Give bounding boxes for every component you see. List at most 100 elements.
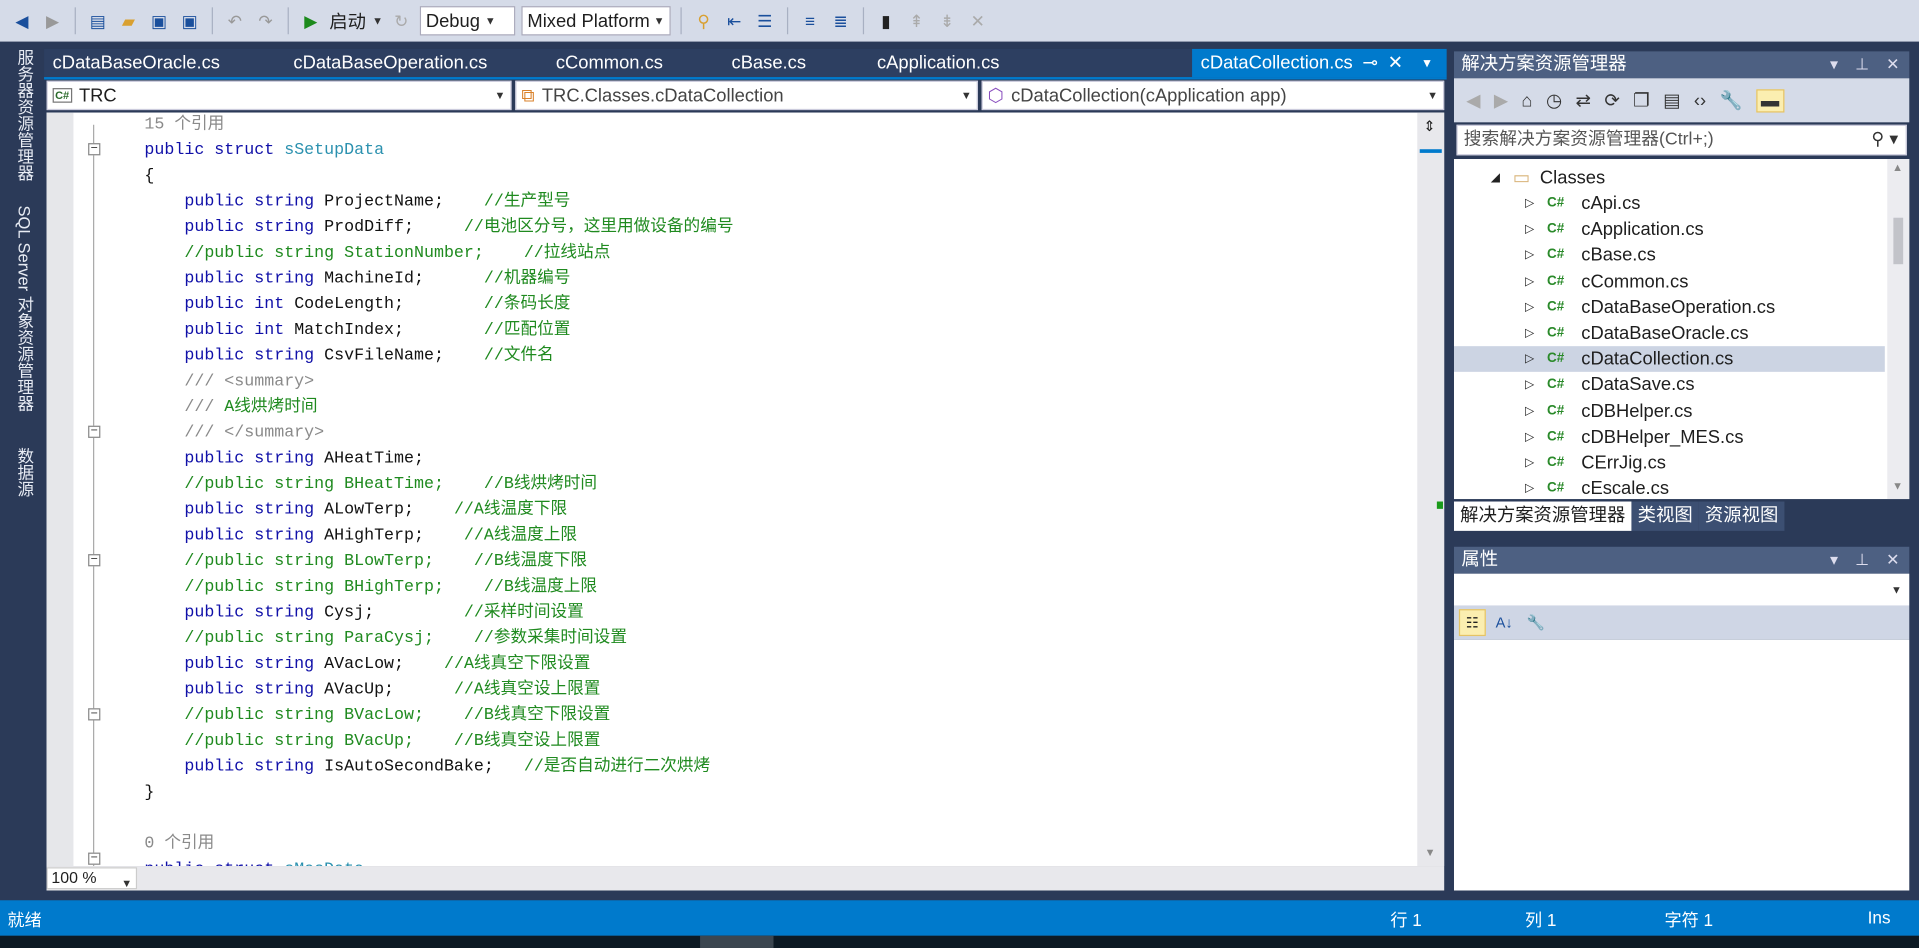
tab-server-explorer[interactable]: 服务器资源管理器 bbox=[11, 49, 35, 181]
step-icon[interactable]: ⇤ bbox=[722, 9, 746, 33]
collapsed-arrow-icon[interactable]: ▷ bbox=[1525, 217, 1537, 243]
tab-cdatabaseoracle[interactable]: cDataBaseOracle.cs bbox=[44, 49, 228, 77]
expanded-arrow-icon[interactable]: ◢ bbox=[1491, 165, 1503, 191]
tree-item-file[interactable]: ▷ C# cDBHelper.cs bbox=[1454, 398, 1693, 424]
new-project-icon[interactable]: ▤ bbox=[86, 9, 110, 33]
tree-item-file[interactable]: ▷ C# cBase.cs bbox=[1454, 243, 1656, 269]
collapse-icon[interactable]: − bbox=[88, 708, 101, 721]
bookmark-icon[interactable]: ▮ bbox=[874, 9, 898, 33]
alphabetical-icon[interactable]: A↓ bbox=[1491, 609, 1518, 636]
search-icon[interactable]: ⚲ ▾ bbox=[1871, 126, 1898, 154]
pin-icon[interactable]: ⊸ bbox=[1362, 49, 1377, 77]
tab-resource-view[interactable]: 资源视图 bbox=[1698, 501, 1785, 531]
collapse-icon[interactable]: − bbox=[88, 852, 101, 865]
start-button[interactable]: 启动 bbox=[329, 8, 366, 34]
format-icon[interactable]: ☰ bbox=[753, 9, 777, 33]
tree-item-file[interactable]: ▷ C# cCommon.cs bbox=[1454, 269, 1688, 295]
tree-item-file[interactable]: ▷ C# cDataBaseOperation.cs bbox=[1454, 295, 1775, 321]
preview-icon[interactable]: ▬ bbox=[1755, 88, 1785, 112]
tab-cdatacollection[interactable]: cDataCollection.cs ⊸ ✕ bbox=[1192, 48, 1447, 78]
scroll-thumb[interactable] bbox=[1893, 217, 1904, 265]
refresh-icon[interactable]: ⟳ bbox=[1604, 89, 1619, 112]
dropdown-icon[interactable]: ▾ bbox=[1830, 547, 1838, 574]
scroll-down-icon[interactable]: ▼ bbox=[1892, 479, 1903, 491]
tree-item-file[interactable]: ▷ C# cDataBaseOracle.cs bbox=[1454, 320, 1749, 346]
collapsed-arrow-icon[interactable]: ▷ bbox=[1525, 398, 1537, 424]
save-icon[interactable]: ▣ bbox=[147, 9, 171, 33]
pending-changes-icon[interactable]: ◷ bbox=[1546, 89, 1562, 112]
object-select[interactable]: ▼ bbox=[1453, 573, 1910, 606]
pin-icon[interactable]: ⊥ bbox=[1855, 51, 1869, 78]
scroll-thumb[interactable] bbox=[1419, 149, 1442, 153]
collapse-icon[interactable]: − bbox=[88, 143, 101, 156]
refresh-icon[interactable]: ↻ bbox=[389, 9, 413, 33]
editor-scrollbar[interactable]: ⇕ ▼ bbox=[1417, 112, 1445, 867]
forward-icon[interactable]: ▶ bbox=[40, 9, 64, 33]
collapsed-arrow-icon[interactable]: ▷ bbox=[1525, 424, 1537, 450]
collapsed-arrow-icon[interactable]: ▷ bbox=[1525, 191, 1537, 217]
back-icon[interactable]: ◀ bbox=[1466, 89, 1480, 112]
save-all-icon[interactable]: ▣ bbox=[177, 9, 201, 33]
tab-cbase[interactable]: cBase.cs bbox=[723, 49, 815, 77]
tab-solution-explorer[interactable]: 解决方案资源管理器 bbox=[1453, 501, 1632, 531]
show-all-files-icon[interactable]: ▤ bbox=[1663, 89, 1680, 112]
scroll-up-icon[interactable]: ▲ bbox=[1892, 161, 1903, 173]
clear-bookmarks-icon[interactable]: ✕ bbox=[966, 9, 990, 33]
member-dropdown[interactable]: ⬡ cDataCollection(cApplication app) ▼ bbox=[981, 80, 1445, 111]
collapsed-arrow-icon[interactable]: ▷ bbox=[1525, 450, 1537, 476]
tree-item-file[interactable]: ▷ C# CErrJig.cs bbox=[1454, 450, 1666, 476]
tab-capplication[interactable]: cApplication.cs bbox=[868, 49, 1008, 77]
prev-bookmark-icon[interactable]: ⇞ bbox=[904, 9, 928, 33]
next-bookmark-icon[interactable]: ⇟ bbox=[935, 9, 959, 33]
config-select[interactable]: Debug ▼ bbox=[419, 6, 516, 36]
pin-icon[interactable]: ⊥ bbox=[1855, 547, 1869, 574]
tree-item-file[interactable]: ▷ C# cApi.cs bbox=[1454, 191, 1640, 217]
collapse-icon[interactable]: − bbox=[88, 425, 101, 438]
collapsed-arrow-icon[interactable]: ▷ bbox=[1525, 269, 1537, 295]
close-icon[interactable]: ✕ bbox=[1886, 547, 1899, 574]
collapse-all-icon[interactable]: ❐ bbox=[1633, 89, 1649, 112]
properties-icon[interactable]: 🔧 bbox=[1720, 89, 1743, 112]
solution-search-input[interactable]: 搜索解决方案资源管理器(Ctrl+;) ⚲ ▾ bbox=[1456, 124, 1907, 156]
uncomment-icon[interactable]: ≣ bbox=[829, 9, 853, 33]
tree-item-file[interactable]: ▷ C# cApplication.cs bbox=[1454, 217, 1704, 243]
forward-icon[interactable]: ▶ bbox=[1494, 89, 1508, 112]
tree-item-file[interactable]: ▷ C# cDataSave.cs bbox=[1454, 372, 1695, 398]
scroll-down-icon[interactable]: ▼ bbox=[1425, 846, 1436, 858]
categorized-icon[interactable]: ☷ bbox=[1458, 609, 1486, 637]
tab-data-sources[interactable]: 数据源 bbox=[11, 448, 35, 498]
property-pages-icon[interactable]: 🔧 bbox=[1523, 609, 1550, 636]
collapse-icon[interactable]: − bbox=[88, 553, 101, 567]
tab-ccommon[interactable]: cCommon.cs bbox=[547, 49, 671, 77]
dropdown-icon[interactable]: ▾ bbox=[1830, 51, 1838, 78]
sync-icon[interactable]: ⇄ bbox=[1575, 89, 1590, 112]
tab-sql-server-explorer[interactable]: SQL Server 对象资源管理器 bbox=[11, 205, 35, 411]
collapsed-arrow-icon[interactable]: ▷ bbox=[1525, 295, 1537, 321]
tree-item-file[interactable]: ▷ C# cEscale.cs bbox=[1454, 476, 1669, 500]
redo-icon[interactable]: ↷ bbox=[253, 9, 277, 33]
view-code-icon[interactable]: ‹› bbox=[1694, 90, 1706, 111]
close-icon[interactable]: ✕ bbox=[1886, 51, 1899, 78]
back-icon[interactable]: ◀ bbox=[10, 9, 34, 33]
tree-item-file[interactable]: ▷ C# cDataCollection.cs bbox=[1453, 346, 1885, 373]
tab-overflow-icon[interactable]: ▾ bbox=[1423, 54, 1430, 71]
collapsed-arrow-icon[interactable]: ▷ bbox=[1525, 346, 1537, 372]
collapsed-arrow-icon[interactable]: ▷ bbox=[1525, 320, 1537, 346]
tab-class-view[interactable]: 类视图 bbox=[1631, 501, 1699, 531]
tree-scrollbar[interactable]: ▲ ▼ bbox=[1887, 159, 1910, 500]
close-icon[interactable]: ✕ bbox=[1388, 49, 1403, 77]
project-dropdown[interactable]: C# TRC ▼ bbox=[46, 80, 512, 111]
comment-icon[interactable]: ≡ bbox=[798, 9, 822, 33]
collapsed-arrow-icon[interactable]: ▷ bbox=[1525, 476, 1537, 499]
zoom-select[interactable]: 100 % ▼ bbox=[46, 867, 138, 890]
tree-folder-classes[interactable]: ◢ ▭ Classes bbox=[1491, 165, 1605, 191]
find-icon[interactable]: ⚲ bbox=[691, 9, 715, 33]
type-dropdown[interactable]: ⧉ TRC.Classes.cDataCollection ▼ bbox=[515, 80, 978, 111]
tab-cdatabaseoperation[interactable]: cDataBaseOperation.cs bbox=[285, 49, 496, 77]
start-icon[interactable]: ▶ bbox=[299, 9, 323, 33]
open-folder-icon[interactable]: ▰ bbox=[116, 9, 140, 33]
chevron-down-icon[interactable]: ▼ bbox=[372, 15, 383, 27]
collapsed-arrow-icon[interactable]: ▷ bbox=[1525, 372, 1537, 398]
taskbar-item[interactable] bbox=[700, 935, 774, 948]
undo-icon[interactable]: ↶ bbox=[223, 9, 247, 33]
